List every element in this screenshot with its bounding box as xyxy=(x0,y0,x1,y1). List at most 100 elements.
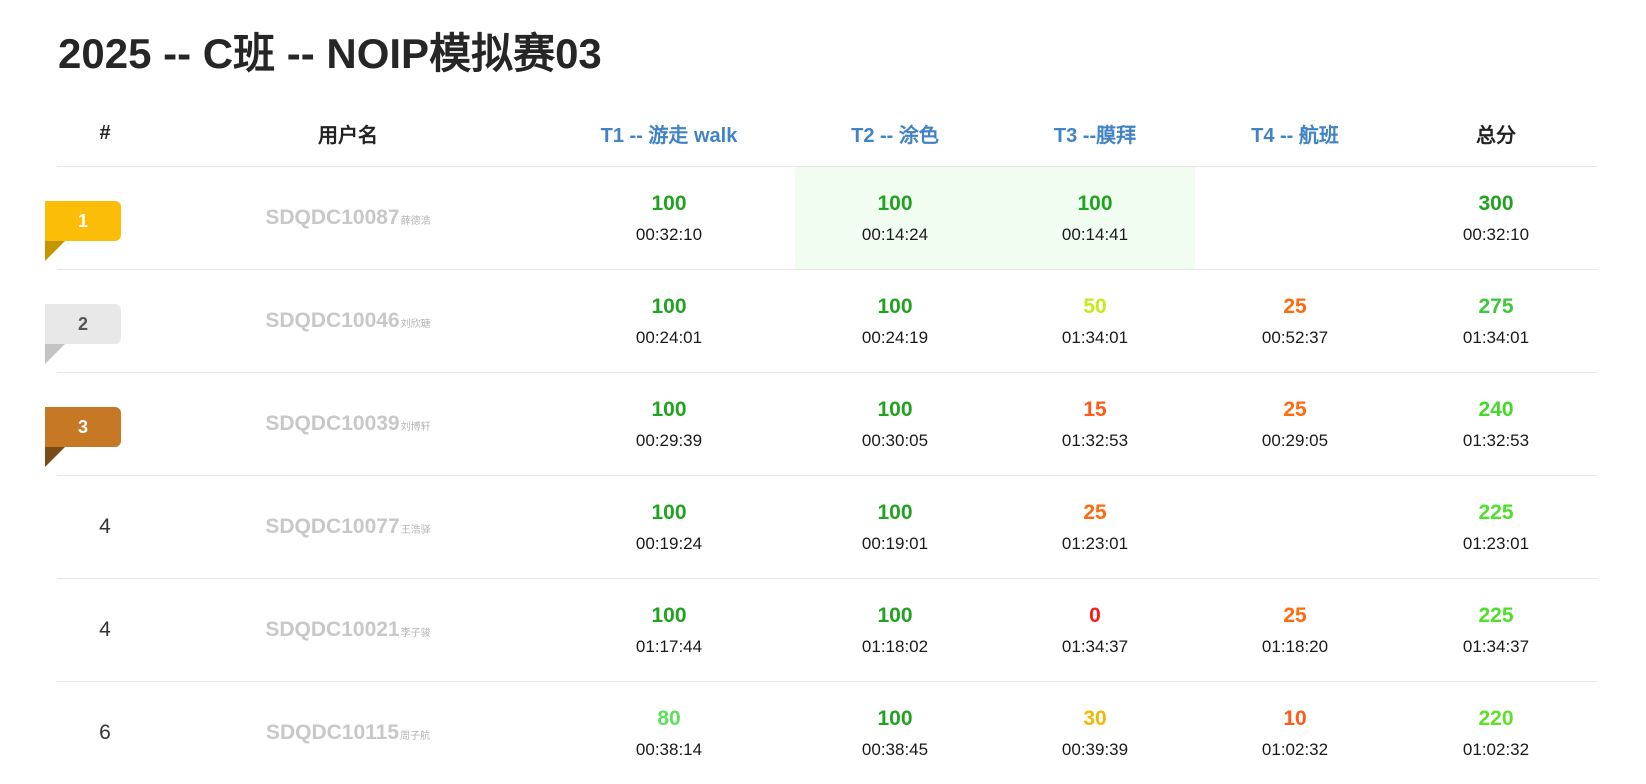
submission-time: 00:14:24 xyxy=(795,224,995,246)
submission-time: 01:18:20 xyxy=(1195,636,1395,658)
rank-number: 6 xyxy=(99,721,111,744)
user-link[interactable]: SDQDC10021李子骏 xyxy=(265,618,430,641)
problem-t4-cell[interactable]: 2501:18:20 xyxy=(1195,579,1395,682)
real-name: 王浩驿 xyxy=(401,525,431,536)
problem-t4-link[interactable]: T4 -- 航班 xyxy=(1251,125,1339,147)
problem-score: 10 xyxy=(1195,705,1395,733)
problem-t2-cell[interactable]: 100 00:24:19 xyxy=(795,270,995,373)
user-link[interactable]: SDQDC10087薛德浩 xyxy=(265,206,430,229)
submission-time: 00:24:01 xyxy=(543,327,795,349)
problem-t1-cell[interactable]: 10000:29:39 xyxy=(543,373,795,476)
problem-t3-cell[interactable]: 5001:34:01 xyxy=(995,270,1195,373)
problem-t4-header[interactable]: T4 -- 航班 xyxy=(1195,100,1395,167)
total-cell: 30000:32:10 xyxy=(1395,167,1597,270)
rank-number: 2 xyxy=(78,314,88,334)
rank-column-header: # xyxy=(57,100,153,167)
problem-t2-cell[interactable]: 100 01:18:02 xyxy=(795,579,995,682)
submission-time: 00:14:41 xyxy=(995,224,1195,246)
problem-score: 15 xyxy=(995,396,1195,424)
problem-score: 100 xyxy=(995,190,1195,218)
total-time: 01:32:53 xyxy=(1395,430,1597,452)
problem-t2-link[interactable]: T2 -- 涂色 xyxy=(851,125,939,147)
problem-t2-cell[interactable]: 10000:38:45 xyxy=(795,682,995,784)
table-row: 4SDQDC10021李子骏10001:17:4410001:18:02001:… xyxy=(57,579,1597,682)
ranklist-table: # 用户名 T1 -- 游走 walk T2 -- 涂色 T3 --膜拜 T4 … xyxy=(57,100,1597,784)
problem-t4-cell xyxy=(1195,476,1395,579)
user-link[interactable]: SDQDC10046刘欣瑭 xyxy=(265,309,430,332)
total-column-header: 总分 xyxy=(1395,100,1597,167)
username: SDQDC10077 xyxy=(265,515,399,538)
ribbon-fold xyxy=(45,241,65,261)
problem-score: 30 xyxy=(995,705,1195,733)
problem-score: 0 xyxy=(995,602,1195,630)
submission-time: 01:17:44 xyxy=(543,636,795,658)
problem-t4-cell[interactable]: 2500:52:37 xyxy=(1195,270,1395,373)
problem-t1-cell[interactable]: 10000:32:10 xyxy=(543,167,795,270)
table-row: 4 SDQDC10077王浩驿 10000:19:2410000:19:012501… xyxy=(57,476,1597,579)
problem-score: 100 xyxy=(795,499,995,527)
problem-t3-header[interactable]: T3 --膜拜 xyxy=(995,100,1195,167)
table-row: 6 SDQDC10115周子航 8000:38:1410000:38:4530 00:… xyxy=(57,682,1597,784)
total-time: 01:23:01 xyxy=(1395,533,1597,555)
user-cell: SDQDC10046刘欣瑭 xyxy=(153,270,543,373)
problem-t1-cell[interactable]: 8000:38:14 xyxy=(543,682,795,784)
problem-t2-cell[interactable]: 10000:30:05 xyxy=(795,373,995,476)
problem-t3-cell[interactable]: 2501:23:01 xyxy=(995,476,1195,579)
problem-t1-cell[interactable]: 100 00:24:01 xyxy=(543,270,795,373)
rank-number: 3 xyxy=(78,417,88,437)
total-time: 00:32:10 xyxy=(1395,224,1597,246)
submission-time: 01:02:32 xyxy=(1195,739,1395,761)
rank-cell: 4 xyxy=(57,476,153,579)
ribbon-fold xyxy=(45,344,65,364)
total-cell: 22501:23:01 xyxy=(1395,476,1597,579)
problem-t1-header[interactable]: T1 -- 游走 walk xyxy=(543,100,795,167)
problem-score: 100 xyxy=(543,602,795,630)
user-link[interactable]: SDQDC10115周子航 xyxy=(266,721,430,744)
submission-time: 01:23:01 xyxy=(995,533,1195,555)
rank-cell: 3 xyxy=(57,373,153,476)
rank-number: 1 xyxy=(78,211,88,231)
problem-score: 25 xyxy=(1195,396,1395,424)
problem-t2-header[interactable]: T2 -- 涂色 xyxy=(795,100,995,167)
problem-t3-cell[interactable]: 1501:32:53 xyxy=(995,373,1195,476)
real-name: 李子骏 xyxy=(401,628,431,639)
problem-t3-cell[interactable]: 30 00:39:39 xyxy=(995,682,1195,784)
problem-score: 100 xyxy=(795,396,995,424)
total-cell: 22501:34:37 xyxy=(1395,579,1597,682)
user-link[interactable]: SDQDC10039刘博轩 xyxy=(265,412,430,435)
table-row: 2SDQDC10046刘欣瑭10000:24:0110000:24:195001… xyxy=(57,270,1597,373)
total-score: 220 xyxy=(1395,705,1597,733)
submission-time: 00:24:19 xyxy=(795,327,995,349)
user-link[interactable]: SDQDC10077王浩驿 xyxy=(265,515,430,538)
total-time: 01:02:32 xyxy=(1395,739,1597,761)
problem-t3-cell[interactable]: 100 00:14:41 xyxy=(995,167,1195,270)
username: SDQDC10115 xyxy=(266,721,399,744)
problem-t4-cell[interactable]: 10 01:02:32 xyxy=(1195,682,1395,784)
problem-score: 100 xyxy=(795,602,995,630)
real-name: 周子航 xyxy=(400,731,430,742)
submission-time: 00:52:37 xyxy=(1195,327,1395,349)
problem-t3-cell[interactable]: 0 01:34:37 xyxy=(995,579,1195,682)
table-header-row: # 用户名 T1 -- 游走 walk T2 -- 涂色 T3 --膜拜 T4 … xyxy=(57,100,1597,167)
problem-score: 100 xyxy=(543,190,795,218)
problem-score: 100 xyxy=(543,293,795,321)
problem-t1-cell[interactable]: 100 01:17:44 xyxy=(543,579,795,682)
submission-time: 01:34:37 xyxy=(995,636,1195,658)
problem-t4-cell[interactable]: 2500:29:05 xyxy=(1195,373,1395,476)
user-cell: SDQDC10115周子航 xyxy=(153,682,543,784)
submission-time: 01:18:02 xyxy=(795,636,995,658)
total-time: 01:34:37 xyxy=(1395,636,1597,658)
problem-t2-cell[interactable]: 10000:19:01 xyxy=(795,476,995,579)
table-row: 1SDQDC10087薛德浩10000:32:1010000:14:241000… xyxy=(57,167,1597,270)
problem-t1-link[interactable]: T1 -- 游走 walk xyxy=(601,125,738,147)
problem-t2-cell[interactable]: 10000:14:24 xyxy=(795,167,995,270)
problem-t3-link[interactable]: T3 --膜拜 xyxy=(1054,125,1136,147)
rank-number: 4 xyxy=(99,618,111,641)
problem-t1-cell[interactable]: 10000:19:24 xyxy=(543,476,795,579)
user-cell: SDQDC10077王浩驿 xyxy=(153,476,543,579)
problem-score: 100 xyxy=(795,293,995,321)
ribbon-fold xyxy=(45,447,65,467)
submission-time: 00:38:14 xyxy=(543,739,795,761)
submission-time: 00:39:39 xyxy=(995,739,1195,761)
rank-cell: 2 xyxy=(57,270,153,373)
